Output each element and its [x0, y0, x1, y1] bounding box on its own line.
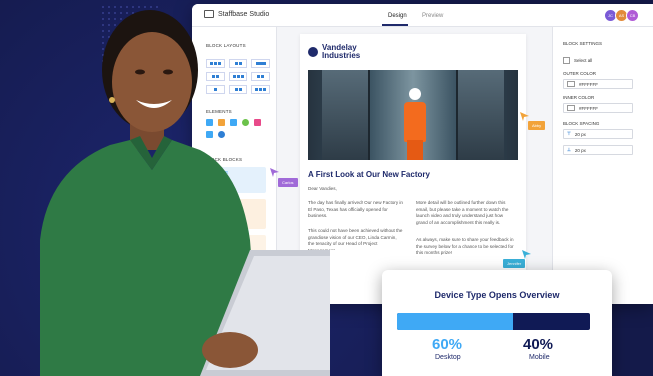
- mobile-percent: 40%: [523, 336, 554, 353]
- device-split-bar: [397, 313, 590, 330]
- inner-color-input[interactable]: #FFFFFF: [563, 103, 633, 113]
- active-tab-indicator: [382, 24, 408, 26]
- spacing-icon: ⊤: [567, 131, 571, 136]
- spacing-top-input[interactable]: ⊤ 20 px: [563, 129, 633, 139]
- container-door-right: [456, 70, 504, 160]
- tab-design[interactable]: Design: [388, 13, 407, 19]
- outer-color-input[interactable]: #FFFFFF: [563, 79, 633, 89]
- logo-text: Vandelay Industries: [322, 43, 361, 60]
- collaborator-avatars: JC AS CB: [604, 9, 639, 22]
- device-overview-card: Device Type Opens Overview 60% Desktop 4…: [382, 270, 612, 376]
- desktop-percent: 60%: [432, 336, 463, 353]
- desktop-bar-fill: [397, 313, 513, 330]
- newsletter-canvas[interactable]: Vandelay Industries A First Look at Our …: [300, 34, 526, 304]
- desktop-label: Desktop: [435, 354, 461, 361]
- inner-color-label: INNER COLOR: [563, 95, 595, 100]
- spacing-bottom-value: 20 px: [574, 147, 586, 153]
- worker-jacket: [404, 102, 426, 142]
- color-swatch: [567, 81, 575, 87]
- select-all-checkbox[interactable]: [563, 57, 570, 64]
- body-paragraph: As always, make sure to share your feedb…: [416, 237, 514, 256]
- block-spacing-label: BLOCK SPACING: [563, 121, 600, 126]
- block-settings-panel: BLOCK SETTINGS Select all OUTER COLOR #F…: [552, 27, 653, 304]
- outer-color-label: OUTER COLOR: [563, 71, 597, 76]
- tab-preview[interactable]: Preview: [422, 13, 443, 19]
- cursor-tag-jennifer: Jennifer: [503, 259, 526, 268]
- spacing-icon: ⊥: [567, 147, 571, 152]
- worker-helmet: [409, 88, 421, 100]
- spacing-bottom-input[interactable]: ⊥ 20 px: [563, 145, 633, 155]
- select-all-label: Select all: [574, 58, 593, 63]
- inner-color-value: #FFFFFF: [579, 105, 598, 111]
- hero-image[interactable]: [308, 70, 518, 160]
- avatar[interactable]: CB: [626, 9, 639, 22]
- cursor-tag-abby: Abby: [528, 121, 546, 130]
- mobile-label: Mobile: [529, 354, 550, 361]
- card-title: Device Type Opens Overview: [434, 290, 560, 300]
- person-photo: [40, 10, 330, 376]
- block-settings-label: BLOCK SETTINGS: [563, 41, 603, 46]
- body-paragraph: More detail will be outlined further dow…: [416, 200, 509, 225]
- spacing-top-value: 20 px: [574, 131, 586, 137]
- outer-color-value: #FFFFFF: [579, 81, 598, 87]
- worker-legs: [407, 140, 423, 160]
- select-all-row[interactable]: Select all: [563, 57, 592, 64]
- color-swatch: [567, 105, 575, 111]
